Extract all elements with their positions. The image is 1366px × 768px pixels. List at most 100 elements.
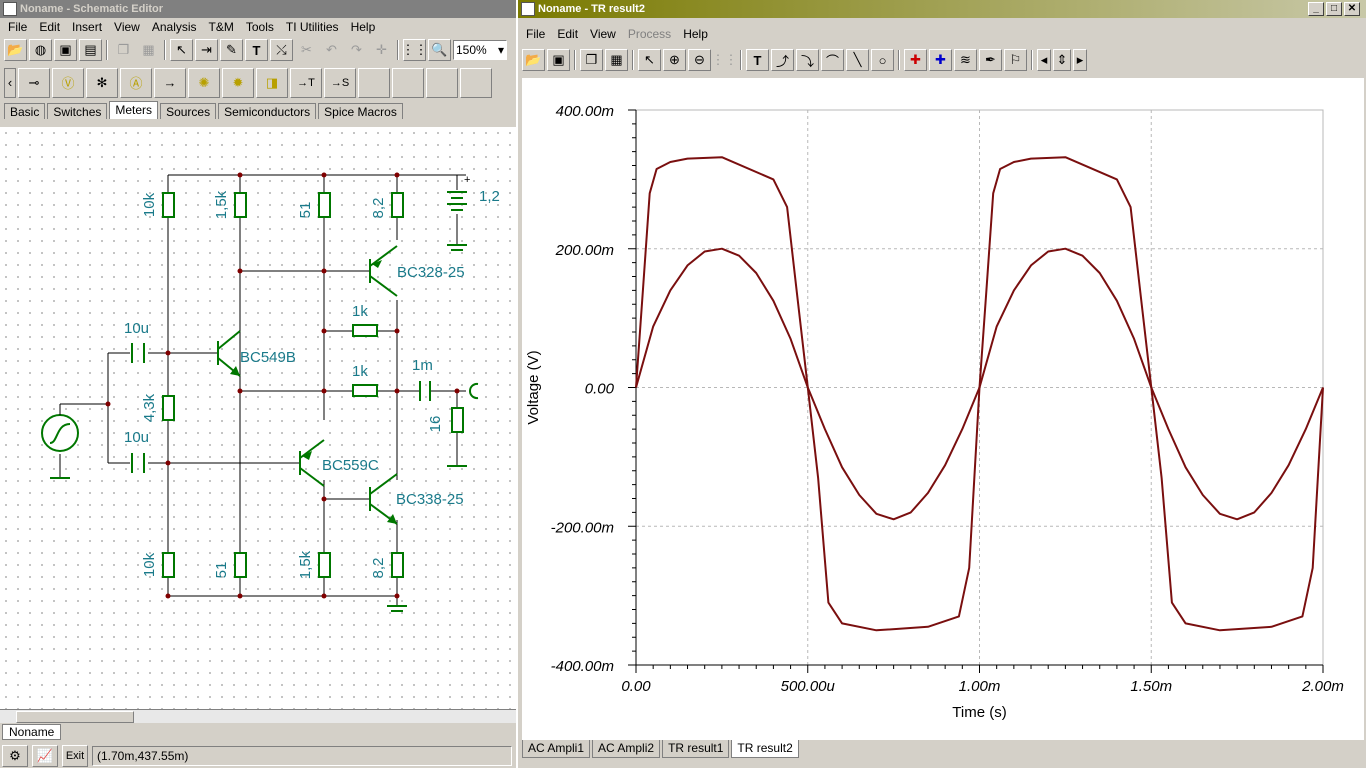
undo-icon[interactable]: ↶ bbox=[320, 39, 343, 61]
schematic-canvas[interactable]: 10k 1,5k 51 8,2 1,2 + BC328-25 1k 10u BC… bbox=[0, 127, 516, 709]
plot-area[interactable]: 400.00m 200.00m 0.00 -200.00m -400.00m 0.00 5… bbox=[522, 78, 1364, 740]
cut-icon[interactable]: ✂ bbox=[295, 39, 318, 61]
arrow-right-icon[interactable]: ▸ bbox=[1073, 49, 1087, 71]
label-q2: BC549B bbox=[240, 349, 296, 366]
curves-icon[interactable]: ≋ bbox=[954, 49, 977, 71]
open-folder-icon[interactable]: 📂 bbox=[522, 49, 545, 71]
menu-help[interactable]: Help bbox=[345, 20, 382, 34]
probe-icon[interactable]: ✒ bbox=[979, 49, 1002, 71]
menu-file[interactable]: File bbox=[520, 27, 551, 41]
menu-insert[interactable]: Insert bbox=[66, 20, 108, 34]
menu-tools[interactable]: Tools bbox=[240, 20, 280, 34]
menu-file[interactable]: File bbox=[2, 20, 33, 34]
text-icon[interactable]: T bbox=[746, 49, 769, 71]
copy-icon[interactable]: ❐ bbox=[580, 49, 603, 71]
tab-sources[interactable]: Sources bbox=[160, 103, 217, 119]
tab-tr-result1[interactable]: TR result1 bbox=[662, 740, 730, 758]
flag-icon[interactable]: ⚐ bbox=[1004, 49, 1027, 71]
arrow-s-icon[interactable]: →S bbox=[324, 67, 356, 98]
lamp-icon[interactable]: ✹ bbox=[222, 67, 254, 98]
label-curve-icon[interactable]: ⤴ bbox=[771, 49, 794, 71]
tab-semiconductors[interactable]: Semiconductors bbox=[218, 103, 317, 119]
tab-switches[interactable]: Switches bbox=[47, 103, 108, 119]
meter-probe-icon[interactable]: ⊸ bbox=[18, 67, 50, 98]
menu-view[interactable]: View bbox=[584, 27, 622, 41]
toolbar-separator bbox=[397, 40, 399, 60]
arrow-updown-icon[interactable]: ⇕ bbox=[1053, 49, 1071, 71]
globe-icon[interactable]: ◍ bbox=[29, 39, 52, 61]
zoom-icon[interactable]: 🔍 bbox=[428, 39, 451, 61]
maximize-icon[interactable]: □ bbox=[1326, 2, 1342, 16]
grid-icon[interactable]: ⋮⋮ bbox=[712, 49, 738, 71]
schematic-editor-window: Noname - Schematic Editor File Edit Inse… bbox=[0, 0, 516, 768]
pointer-icon[interactable]: ↖ bbox=[170, 39, 193, 61]
save-icon[interactable]: ▣ bbox=[547, 49, 570, 71]
speaker-icon[interactable]: ◨ bbox=[256, 67, 288, 98]
arrow-meter-icon[interactable]: → bbox=[154, 67, 186, 98]
label-point-icon[interactable]: ⤵ bbox=[796, 49, 819, 71]
delete-wire-icon[interactable]: ⤯ bbox=[270, 39, 293, 61]
paste-icon[interactable]: ▦ bbox=[137, 39, 160, 61]
tab-basic[interactable]: Basic bbox=[4, 103, 46, 119]
tab-meters[interactable]: Meters bbox=[109, 101, 159, 119]
menu-analysis[interactable]: Analysis bbox=[146, 20, 203, 34]
switch-meter-icon[interactable]: ✻ bbox=[86, 67, 118, 98]
arrow-t-icon[interactable]: →T bbox=[290, 67, 322, 98]
redo-icon[interactable]: ↷ bbox=[345, 39, 368, 61]
tab-ac-ampli1[interactable]: AC Ampli1 bbox=[522, 740, 591, 758]
cursor-a-icon[interactable]: ✚ bbox=[904, 49, 927, 71]
zoom-out-icon[interactable]: ⊖ bbox=[688, 49, 711, 71]
rotate-icon[interactable]: ✛ bbox=[370, 39, 393, 61]
copy-icon[interactable]: ❐ bbox=[112, 39, 135, 61]
circle-icon[interactable]: ○ bbox=[871, 49, 894, 71]
result-menubar: File Edit View Process Help bbox=[518, 25, 1366, 43]
cursor-b-icon[interactable]: ✚ bbox=[929, 49, 952, 71]
menu-help[interactable]: Help bbox=[677, 27, 714, 41]
zoom-select[interactable]: 150% ▾ bbox=[453, 40, 507, 60]
x-tick-label: 1.00m bbox=[959, 678, 1001, 695]
grid-icon[interactable]: ⋮⋮ bbox=[402, 39, 428, 61]
menu-tm[interactable]: T&M bbox=[203, 20, 240, 34]
toolbar-separator bbox=[574, 50, 576, 70]
zoom-in-icon[interactable]: ⊕ bbox=[663, 49, 686, 71]
voltmeter-lamp-icon[interactable]: Ⓥ bbox=[52, 67, 84, 98]
horizontal-scrollbar[interactable] bbox=[0, 709, 516, 723]
schematic-titlebar[interactable]: Noname - Schematic Editor bbox=[0, 0, 516, 18]
save-icon[interactable]: ▣ bbox=[54, 39, 77, 61]
tab-tr-result2[interactable]: TR result2 bbox=[731, 740, 799, 758]
axis-label-icon[interactable]: ⌒ bbox=[821, 49, 844, 71]
y-axis-label: Voltage (V) bbox=[525, 350, 542, 424]
menu-process[interactable]: Process bbox=[622, 27, 677, 41]
menu-edit[interactable]: Edit bbox=[551, 27, 584, 41]
menu-edit[interactable]: Edit bbox=[33, 20, 66, 34]
sheet-tab-noname[interactable]: Noname bbox=[2, 724, 62, 740]
result-titlebar[interactable]: Noname - TR result2 _ □ ✕ bbox=[518, 0, 1366, 18]
paste-icon[interactable]: ▦ bbox=[605, 49, 628, 71]
diagram-view-icon[interactable]: 📈 bbox=[32, 744, 58, 767]
scrollbar-thumb[interactable] bbox=[16, 711, 134, 723]
text-icon[interactable]: T bbox=[245, 39, 268, 61]
label-r7: 4,3k bbox=[141, 393, 158, 422]
ammeter-icon[interactable]: Ⓐ bbox=[120, 67, 152, 98]
voltage-pin-icon[interactable]: ✺ bbox=[188, 67, 220, 98]
menu-ti-utilities[interactable]: TI Utilities bbox=[280, 20, 345, 34]
junctions bbox=[105, 172, 460, 599]
component-view-icon[interactable]: ⚙ bbox=[2, 744, 28, 767]
window-buttons: _ □ ✕ bbox=[1308, 2, 1360, 16]
line-icon[interactable]: ╲ bbox=[846, 49, 869, 71]
tab-spice-macros[interactable]: Spice Macros bbox=[318, 103, 403, 119]
exit-button[interactable]: Exit bbox=[62, 744, 88, 767]
scroll-left-icon[interactable]: ‹ bbox=[4, 67, 16, 98]
open-folder-icon[interactable]: 📂 bbox=[4, 39, 27, 61]
pencil-icon[interactable]: ✎ bbox=[220, 39, 243, 61]
pointer-icon[interactable]: ↖ bbox=[638, 49, 661, 71]
close-icon[interactable]: ✕ bbox=[1344, 2, 1360, 16]
resistors bbox=[162, 192, 464, 578]
minimize-icon[interactable]: _ bbox=[1308, 2, 1324, 16]
wire-icon[interactable]: ⇥ bbox=[195, 39, 218, 61]
open-icon[interactable]: ▤ bbox=[79, 39, 102, 61]
arrow-left-icon[interactable]: ◂ bbox=[1037, 49, 1051, 71]
tab-ac-ampli2[interactable]: AC Ampli2 bbox=[592, 740, 661, 758]
menu-view[interactable]: View bbox=[108, 20, 146, 34]
component-tabs: Basic Switches Meters Sources Semiconduc… bbox=[0, 101, 516, 119]
